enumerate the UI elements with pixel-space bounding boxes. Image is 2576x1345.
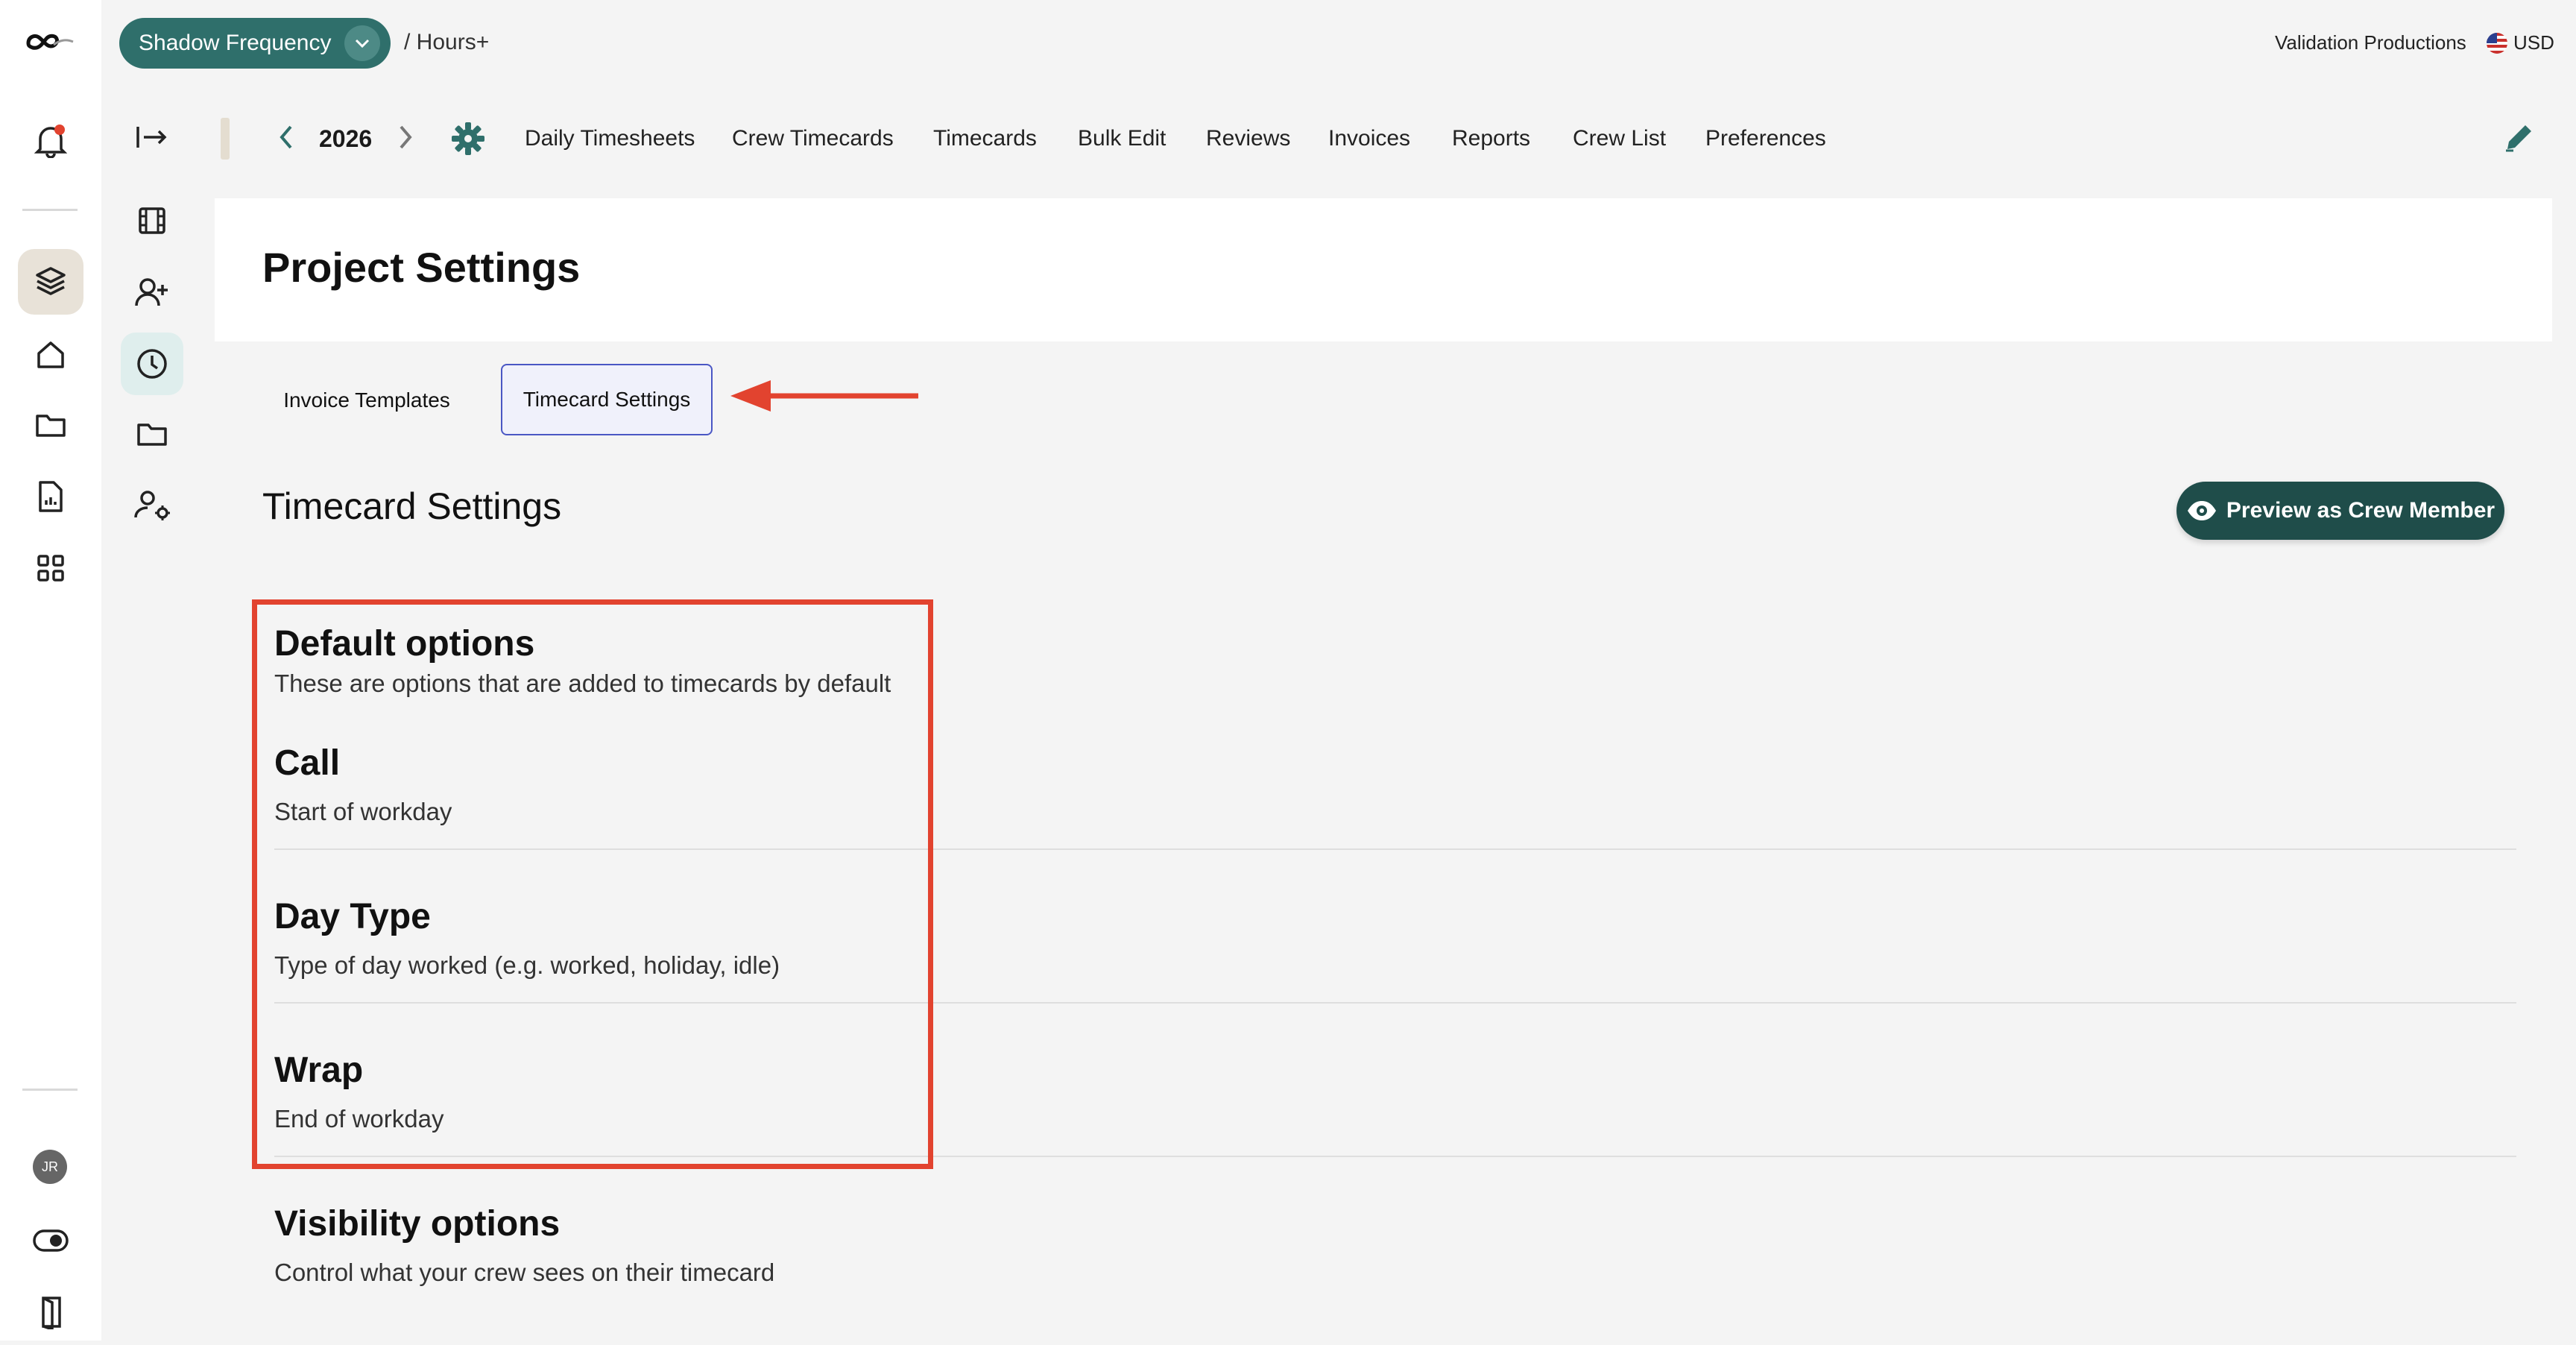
folder-icon[interactable] [18,392,83,458]
eye-icon [2186,500,2217,522]
project-name: Shadow Frequency [139,31,332,55]
folder-icon[interactable] [121,403,183,465]
door-icon[interactable] [18,1279,83,1345]
gear-icon[interactable] [450,121,486,157]
preview-button-label: Preview as Crew Member [2226,498,2496,523]
rail-divider [22,209,78,211]
home-icon[interactable] [18,322,83,388]
tab-invoice-templates[interactable]: Invoice Templates [262,365,471,435]
users-gear-icon[interactable] [121,474,183,537]
grid-icon[interactable] [18,535,83,601]
nav-preferences[interactable]: Preferences [1705,121,1826,157]
collapse-icon[interactable] [121,106,183,168]
tab-timecard-settings[interactable]: Timecard Settings [501,364,713,435]
edit-icon[interactable] [2503,121,2536,154]
film-icon[interactable] [121,189,183,252]
toggle-icon[interactable] [18,1208,83,1273]
logo-icon[interactable] [18,10,83,76]
nav-daily-timesheets[interactable]: Daily Timesheets [525,121,695,157]
currency[interactable]: USD [2513,31,2554,54]
nav-crew-timecards[interactable]: Crew Timecards [732,121,894,157]
report-icon[interactable] [18,464,83,529]
layers-icon[interactable] [18,249,83,315]
avatar[interactable]: JR [33,1150,67,1184]
nav-timecards[interactable]: Timecards [933,121,1037,157]
breadcrumb[interactable]: / Hours+ [404,30,489,55]
chevron-down-icon [344,25,380,61]
section-title: Timecard Settings [262,485,562,527]
nav-crew-list[interactable]: Crew List [1573,121,1666,157]
clock-icon[interactable] [121,333,183,395]
add-user-icon[interactable] [121,261,183,324]
flag-icon [2487,33,2507,54]
annotation-highlight-box [252,599,933,1169]
visibility-options-heading: Visibility options [274,1204,561,1244]
company-name[interactable]: Validation Productions [2275,31,2466,54]
project-selector[interactable]: Shadow Frequency [119,18,391,69]
nav-reviews[interactable]: Reviews [1206,121,1290,157]
year-selector[interactable]: 2026 [319,121,372,157]
visibility-options-description: Control what your crew sees on their tim… [274,1259,775,1286]
main-rail: JR [0,0,101,1341]
rail-divider [22,1089,78,1091]
nav-bulk-edit[interactable]: Bulk Edit [1078,121,1166,157]
nav-reports[interactable]: Reports [1452,121,1530,157]
toolbar-divider [221,118,230,160]
page-title: Project Settings [262,244,581,291]
annotation-arrow [729,379,921,416]
nav-invoices[interactable]: Invoices [1328,121,1410,157]
preview-as-crew-button[interactable]: Preview as Crew Member [2176,482,2504,540]
bell-icon[interactable] [18,107,83,173]
chevron-right-icon[interactable] [395,124,414,151]
chevron-left-icon[interactable] [277,124,297,151]
